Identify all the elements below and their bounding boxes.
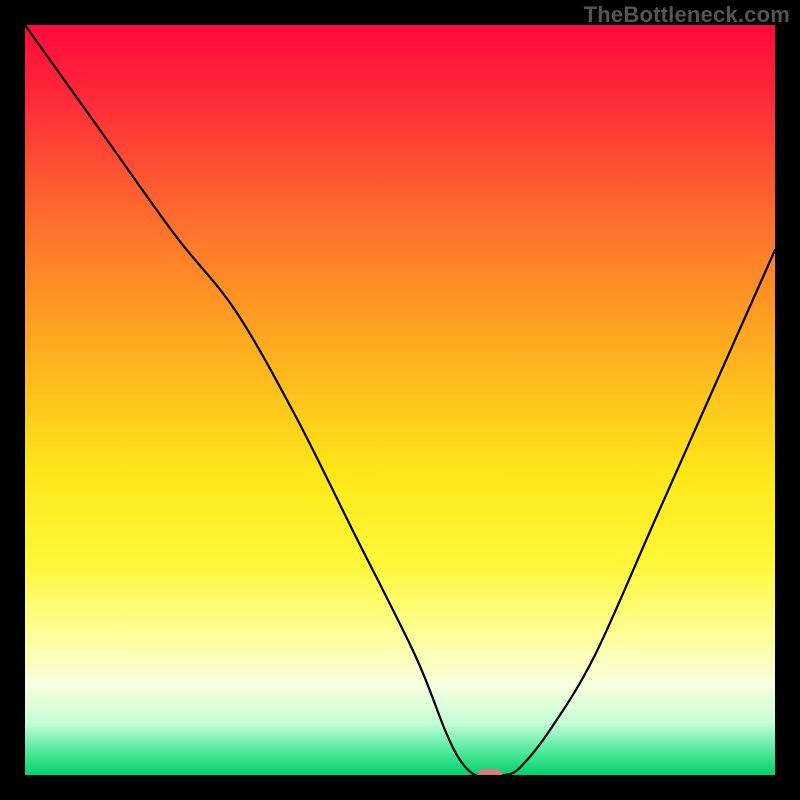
bottleneck-chart: [25, 25, 775, 775]
plot-area: [25, 25, 775, 775]
gradient-background: [25, 25, 775, 775]
watermark-label: TheBottleneck.com: [584, 2, 790, 28]
optimal-point-marker: [478, 769, 502, 775]
chart-frame: TheBottleneck.com: [0, 0, 800, 800]
